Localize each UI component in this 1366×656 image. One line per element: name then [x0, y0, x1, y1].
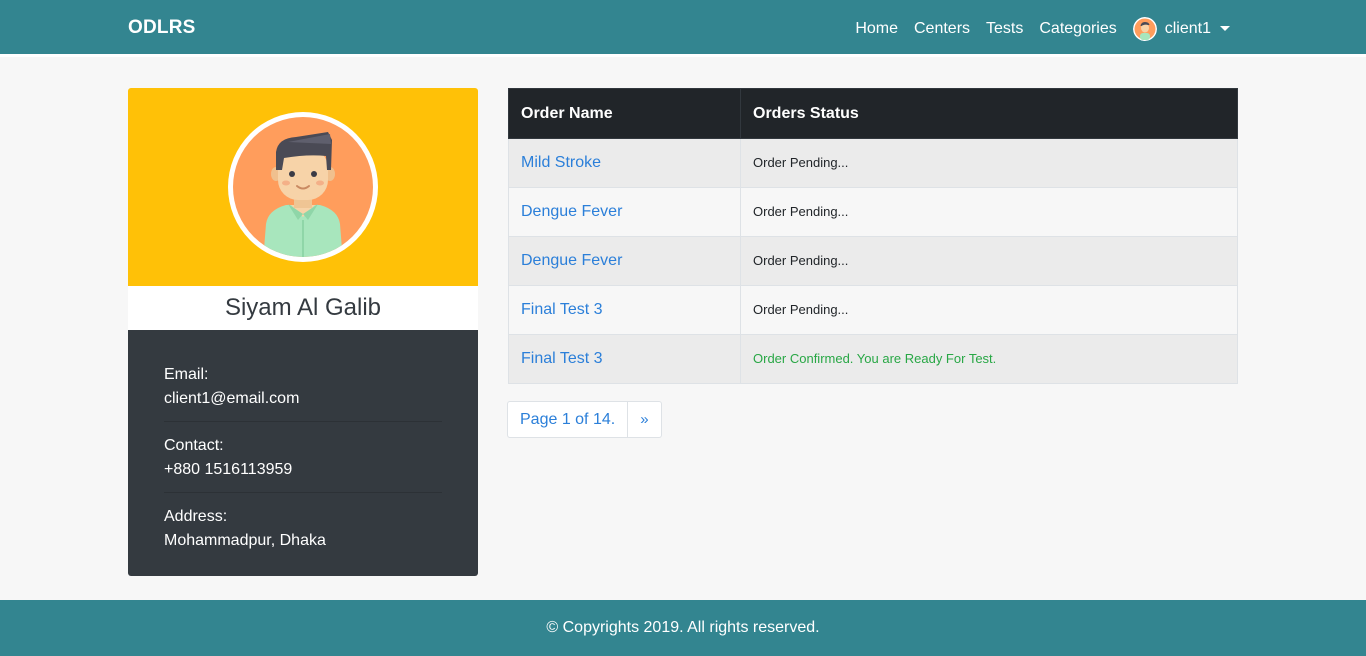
order-name-cell: Dengue Fever	[508, 236, 741, 286]
profile-avatar-icon	[228, 112, 378, 262]
address-label: Address:	[164, 508, 228, 525]
nav-centers-link[interactable]: Centers	[914, 20, 970, 38]
order-status: Order Pending...	[753, 253, 849, 268]
contact-value: +880 1516113959	[164, 461, 293, 478]
order-status: Order Pending...	[753, 155, 849, 170]
order-status: Order Pending...	[753, 302, 849, 317]
nav-categories-link[interactable]: Categories	[1039, 20, 1116, 38]
order-status-cell: Order Confirmed. You are Ready For Test.	[740, 334, 1238, 384]
order-name-header: Order Name	[508, 88, 741, 139]
copyright-text: © Copyrights 2019. All rights reserved.	[546, 619, 820, 636]
order-name-cell: Final Test 3	[508, 285, 741, 335]
order-status-cell: Order Pending...	[740, 187, 1238, 237]
order-status-cell: Order Pending...	[740, 285, 1238, 335]
profile-details: Email: client1@email.com Contact: +880 1…	[128, 330, 478, 576]
order-link[interactable]: Mild Stroke	[521, 154, 601, 171]
contact-label: Contact:	[164, 437, 224, 454]
nav-tests-link[interactable]: Tests	[986, 20, 1023, 38]
table-row: Mild Stroke Order Pending...	[508, 138, 1238, 188]
orders-table: Order Name Orders Status Mild Stroke Ord…	[508, 88, 1238, 384]
address-block: Address: Mohammadpur, Dhaka	[164, 505, 442, 563]
contact-block: Contact: +880 1516113959	[164, 434, 442, 493]
profile-card: Siyam Al Galib Email: client1@email.com …	[128, 88, 478, 576]
order-status-cell: Order Pending...	[740, 236, 1238, 286]
user-avatar-icon	[1132, 16, 1157, 41]
profile-name: Siyam Al Galib	[224, 294, 382, 321]
table-row: Dengue Fever Order Pending...	[508, 187, 1238, 237]
order-status: Order Pending...	[753, 204, 849, 219]
nav-home-link[interactable]: Home	[855, 20, 898, 38]
order-name-cell: Mild Stroke	[508, 138, 741, 188]
profile-header	[128, 88, 478, 286]
brand-logo[interactable]: ODLRS	[128, 17, 196, 39]
address-value: Mohammadpur, Dhaka	[164, 532, 326, 549]
table-row: Dengue Fever Order Pending...	[508, 236, 1238, 286]
email-label: Email:	[164, 366, 209, 383]
next-page-button[interactable]: »	[628, 401, 662, 438]
order-name-cell: Dengue Fever	[508, 187, 741, 237]
table-header-row: Order Name Orders Status	[508, 88, 1238, 139]
pagination: Page 1 of 14. »	[507, 401, 662, 438]
nav-links: Home Centers Tests Categories client1	[839, 0, 1230, 57]
footer: © Copyrights 2019. All rights reserved.	[0, 600, 1366, 656]
order-status-confirmed: Order Confirmed. You are Ready For Test.	[753, 351, 997, 366]
user-menu-dropdown[interactable]: client1	[1132, 16, 1230, 41]
order-status-cell: Order Pending...	[740, 138, 1238, 188]
navbar: ODLRS Home Centers Tests Categories clie…	[0, 0, 1366, 57]
page-indicator[interactable]: Page 1 of 14.	[507, 401, 629, 438]
table-row: Final Test 3 Order Pending...	[508, 285, 1238, 335]
profile-name-bar: Siyam Al Galib	[128, 286, 478, 330]
order-link[interactable]: Final Test 3	[521, 301, 603, 318]
email-block: Email: client1@email.com	[164, 363, 442, 422]
table-row: Final Test 3 Order Confirmed. You are Re…	[508, 334, 1238, 384]
email-value: client1@email.com	[164, 390, 300, 407]
order-link[interactable]: Final Test 3	[521, 350, 603, 367]
caret-down-icon	[1220, 26, 1230, 31]
order-status-header: Orders Status	[740, 88, 1238, 139]
order-link[interactable]: Dengue Fever	[521, 252, 622, 269]
order-link[interactable]: Dengue Fever	[521, 203, 622, 220]
order-name-cell: Final Test 3	[508, 334, 741, 384]
user-menu-label: client1	[1164, 19, 1211, 37]
